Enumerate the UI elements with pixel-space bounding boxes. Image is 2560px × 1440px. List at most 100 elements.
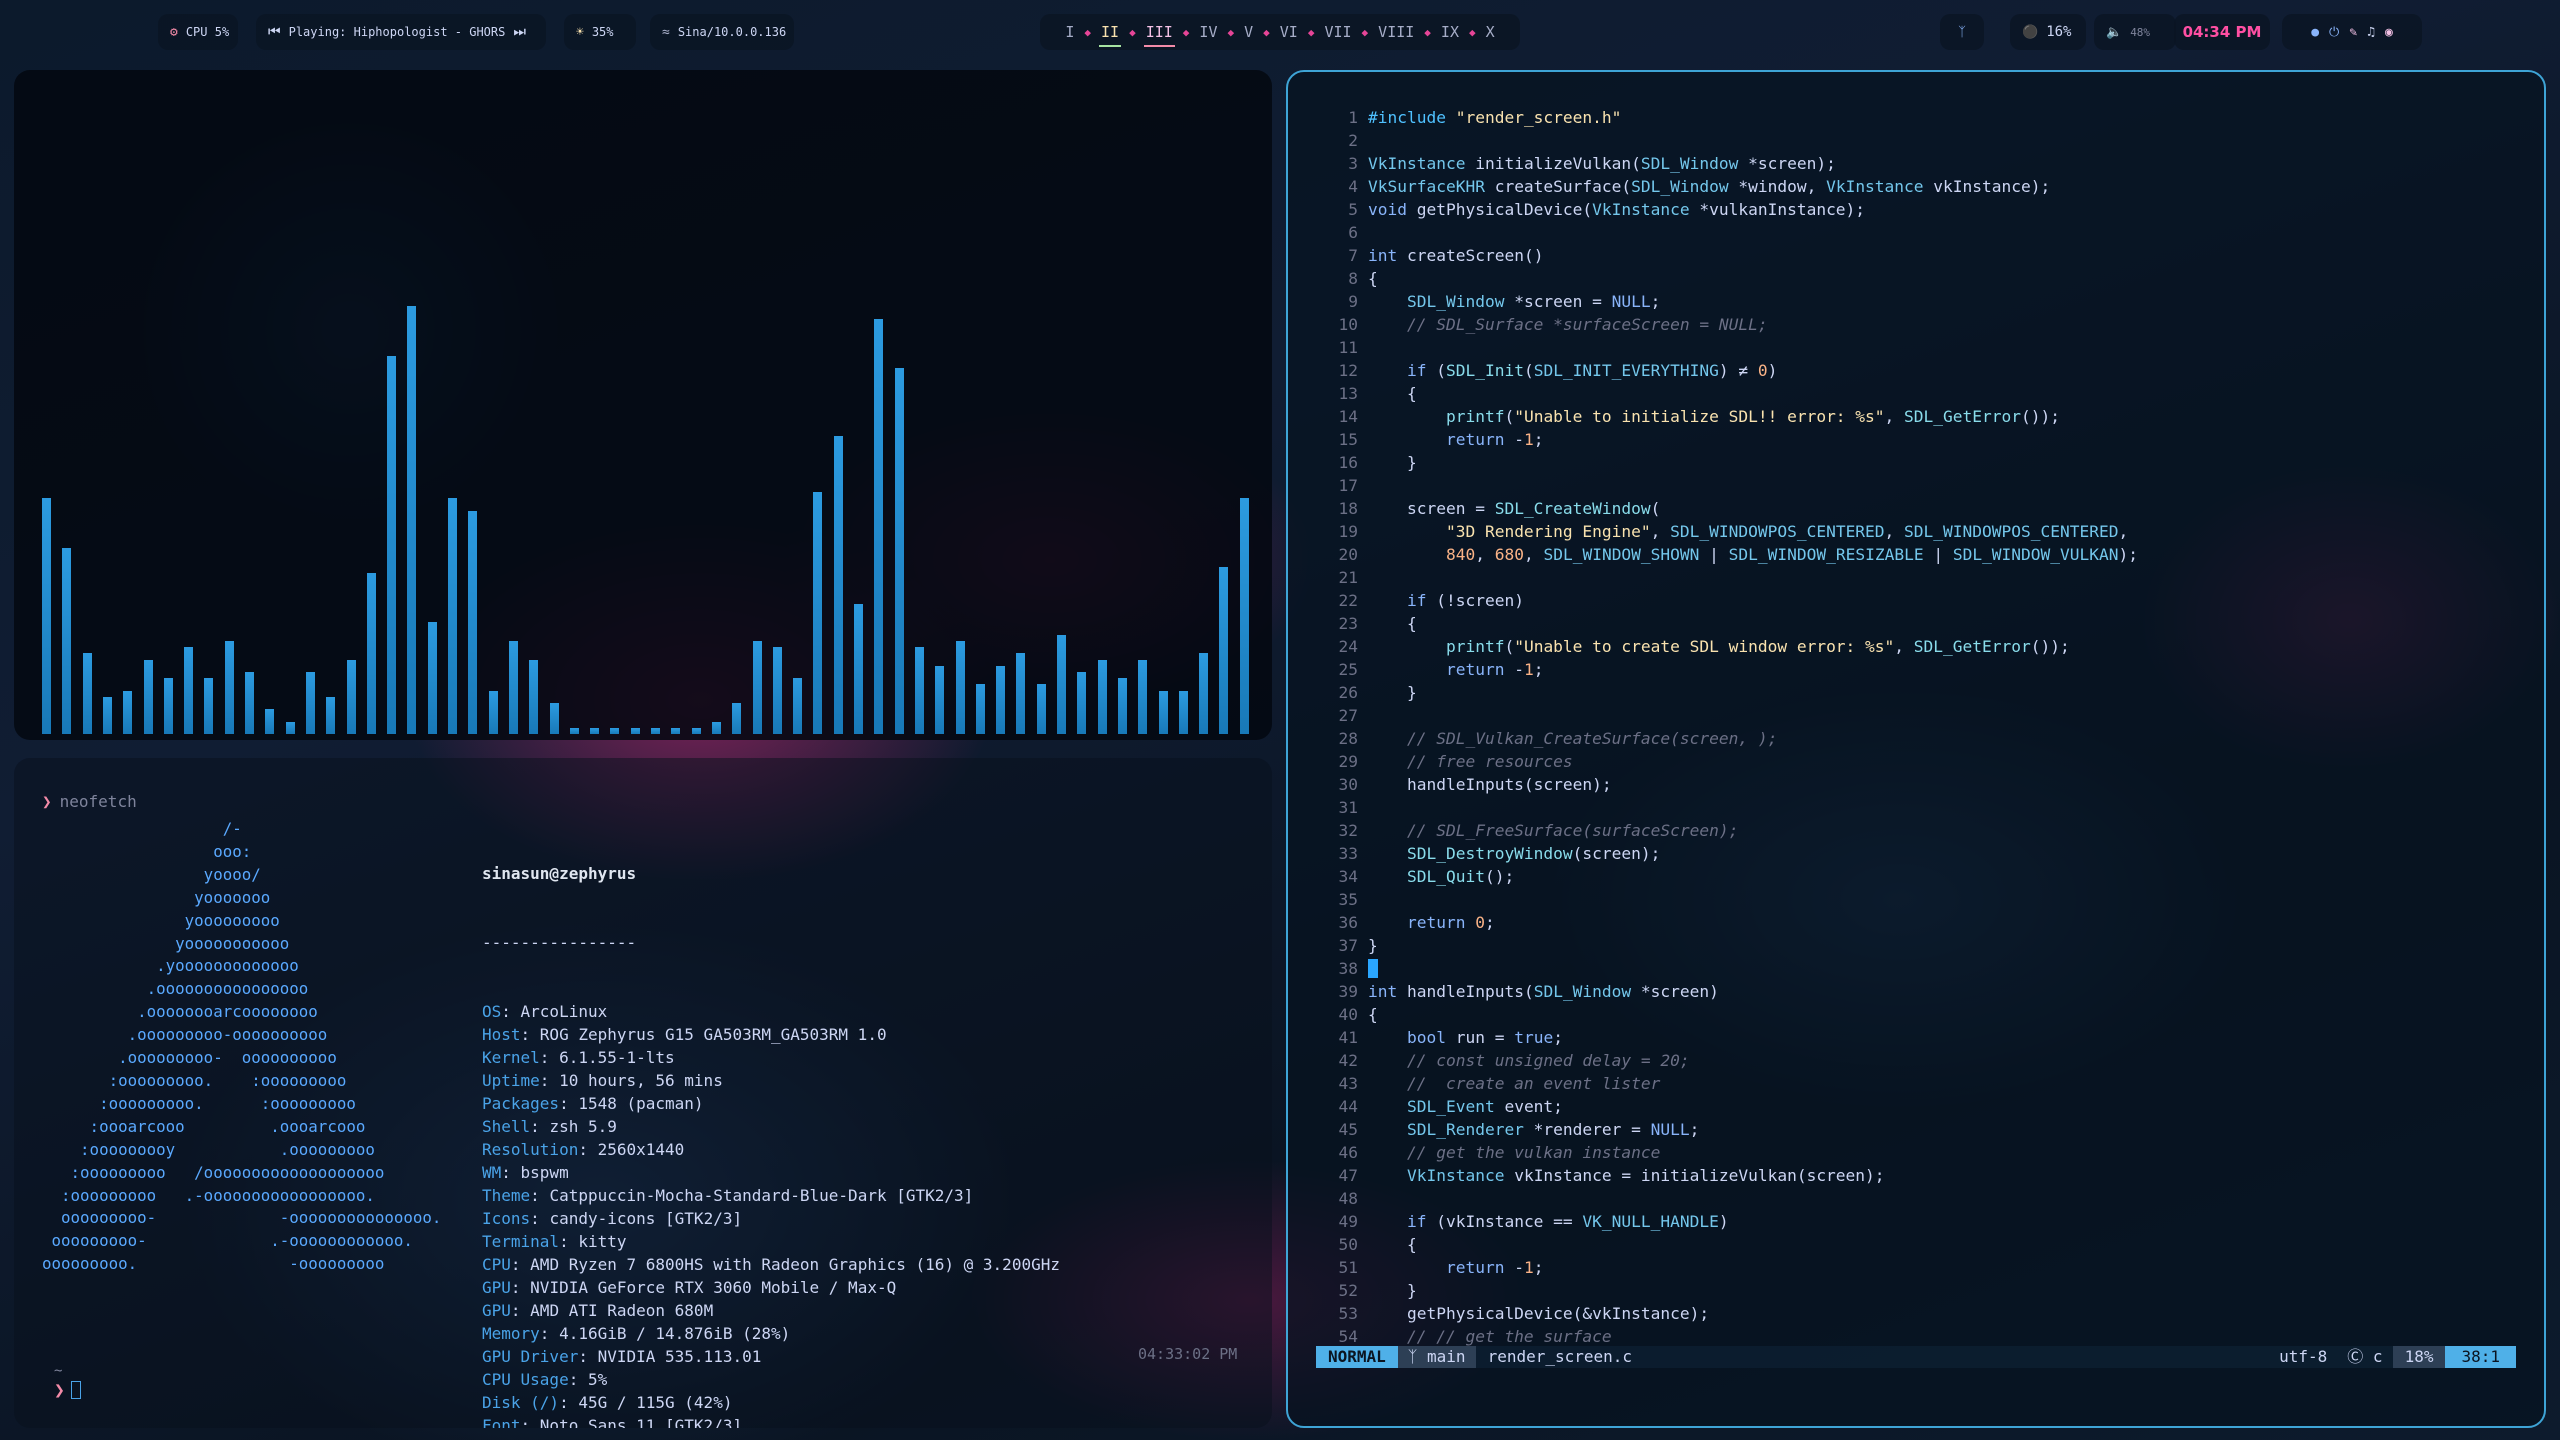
code-line[interactable]: 21: [1288, 566, 2544, 589]
code-line[interactable]: 34 SDL_Quit();: [1288, 865, 2544, 888]
code-line[interactable]: 41 bool run = true;: [1288, 1026, 2544, 1049]
tray-pen-icon[interactable]: ✎: [2349, 25, 2357, 40]
code-line[interactable]: 36 return 0;: [1288, 911, 2544, 934]
code-line[interactable]: 24 printf("Unable to create SDL window e…: [1288, 635, 2544, 658]
code-line[interactable]: 51 return -1;: [1288, 1256, 2544, 1279]
cpu-widget[interactable]: ⚙ CPU 5%: [158, 14, 238, 50]
code-line[interactable]: 16 }: [1288, 451, 2544, 474]
code-line[interactable]: 33 SDL_DestroyWindow(screen);: [1288, 842, 2544, 865]
code-line[interactable]: 18 screen = SDL_CreateWindow(: [1288, 497, 2544, 520]
network-widget[interactable]: ≈ Sina/10.0.0.136: [650, 14, 794, 50]
code-line[interactable]: 37}: [1288, 934, 2544, 957]
code-line[interactable]: 27: [1288, 704, 2544, 727]
info-value: 6.1.55-1-lts: [559, 1048, 675, 1067]
code-line[interactable]: 53 getPhysicalDevice(&vkInstance);: [1288, 1302, 2544, 1325]
tray-discord-icon[interactable]: ◉: [2385, 25, 2393, 40]
code-line[interactable]: 39 int handleInputs(SDL_Window *screen): [1288, 980, 2544, 1003]
terminal-window[interactable]: ❯ neofetch /- ooo: yoooo/ yooooooo yooooo…: [14, 758, 1272, 1428]
info-row: Font: Noto Sans 11 [GTK2/3]: [482, 1414, 1060, 1428]
code-line[interactable]: 1 #include "render_screen.h": [1288, 106, 2544, 129]
line-text: }: [1368, 1281, 1417, 1300]
code-line[interactable]: 50 {: [1288, 1233, 2544, 1256]
mic-widget[interactable]: ⚫ 16%: [2010, 14, 2086, 50]
code-line[interactable]: 47 VkInstance vkInstance = initializeVul…: [1288, 1164, 2544, 1187]
code-line[interactable]: 13 {: [1288, 382, 2544, 405]
code-line[interactable]: 43 // create an event lister: [1288, 1072, 2544, 1095]
line-text: #include "render_screen.h": [1368, 108, 1622, 127]
line-text: SDL_Event event;: [1406, 1097, 1563, 1116]
audio-visualizer-window[interactable]: [14, 70, 1272, 740]
code-line[interactable]: 6: [1288, 221, 2544, 244]
code-line[interactable]: 31: [1288, 796, 2544, 819]
code-line[interactable]: 9 SDL_Window *screen = NULL;: [1288, 290, 2544, 313]
workspace-5[interactable]: V: [1238, 23, 1259, 41]
visualizer-bar: [711, 721, 721, 734]
code-line[interactable]: 14 printf("Unable to initialize SDL!! er…: [1288, 405, 2544, 428]
code-line[interactable]: 8{: [1288, 267, 2544, 290]
workspace-1[interactable]: I: [1059, 23, 1080, 41]
code-line[interactable]: 11: [1288, 336, 2544, 359]
code-line[interactable]: 15 return -1;: [1288, 428, 2544, 451]
code-editor-window[interactable]: 1 #include "render_screen.h" 2 3 VkInstance …: [1286, 70, 2546, 1428]
workspace-separator-icon: ◆: [1129, 25, 1136, 39]
workspace-3[interactable]: III: [1140, 23, 1179, 47]
clock-widget[interactable]: 04:34 PM: [2174, 14, 2270, 50]
terminal-input-line[interactable]: ❯: [54, 1380, 81, 1401]
code-line[interactable]: 48: [1288, 1187, 2544, 1210]
info-row: Icons: candy-icons [GTK2/3]: [482, 1209, 743, 1228]
code-line[interactable]: 28 // SDL_Vulkan_CreateSurface(screen, )…: [1288, 727, 2544, 750]
line-number: 34: [1338, 867, 1359, 886]
code-line[interactable]: 4 VkSurfaceKHR createSurface(SDL_Window *…: [1288, 175, 2544, 198]
workspace-4[interactable]: IV: [1193, 23, 1223, 41]
info-value: zsh 5.9: [549, 1117, 617, 1136]
visualizer-bar: [163, 678, 173, 734]
code-line[interactable]: 7 int createScreen(): [1288, 244, 2544, 267]
info-row: Kernel: 6.1.55-1-lts: [482, 1048, 675, 1067]
visualizer-bar: [1199, 653, 1209, 734]
tray-music-icon[interactable]: ♫: [2367, 25, 2375, 40]
workspace-10[interactable]: X: [1480, 23, 1501, 41]
workspace-6[interactable]: VI: [1274, 23, 1304, 41]
code-line[interactable]: 54 // // get the surface: [1288, 1325, 2544, 1348]
workspace-2[interactable]: II: [1095, 23, 1125, 47]
workspace-7[interactable]: VII: [1318, 23, 1357, 41]
code-line[interactable]: 12 if (SDL_Init(SDL_INIT_EVERYTHING) ≠ 0…: [1288, 359, 2544, 382]
code-line[interactable]: 10 // SDL_Surface *surfaceScreen = NULL;: [1288, 313, 2544, 336]
code-line[interactable]: 30 handleInputs(screen);: [1288, 773, 2544, 796]
code-line[interactable]: 20 840, 680, SDL_WINDOW_SHOWN | SDL_WIND…: [1288, 543, 2544, 566]
line-number: 23: [1338, 614, 1359, 633]
code-line[interactable]: 38: [1288, 957, 2544, 980]
code-line[interactable]: 3 VkInstance initializeVulkan(SDL_Window …: [1288, 152, 2544, 175]
bluetooth-widget[interactable]: ᛉ: [1940, 14, 1984, 50]
code-line[interactable]: 44 SDL_Event event;: [1288, 1095, 2544, 1118]
workspace-9[interactable]: IX: [1435, 23, 1465, 41]
next-track-icon[interactable]: ⏭: [513, 24, 526, 40]
code-line[interactable]: 29 // free resources: [1288, 750, 2544, 773]
code-line[interactable]: 32 // SDL_FreeSurface(surfaceScreen);: [1288, 819, 2544, 842]
volume-widget[interactable]: 🔈 48%: [2094, 14, 2176, 50]
code-line[interactable]: 26 }: [1288, 681, 2544, 704]
code-line[interactable]: 52 }: [1288, 1279, 2544, 1302]
info-key: Theme: [482, 1186, 531, 1205]
code-line[interactable]: 46 // get the vulkan instance: [1288, 1141, 2544, 1164]
code-buffer[interactable]: 1 #include "render_screen.h" 2 3 VkInstance …: [1288, 106, 2544, 1348]
previous-track-icon[interactable]: ⏮: [268, 24, 281, 40]
code-line[interactable]: 2: [1288, 129, 2544, 152]
code-line[interactable]: 45 SDL_Renderer *renderer = NULL;: [1288, 1118, 2544, 1141]
code-line[interactable]: 23 {: [1288, 612, 2544, 635]
tray-power-icon[interactable]: ⏻: [2329, 25, 2339, 40]
tray-app-icon[interactable]: ●: [2311, 25, 2319, 40]
code-line[interactable]: 49 if (vkInstance == VK_NULL_HANDLE): [1288, 1210, 2544, 1233]
code-line[interactable]: 35: [1288, 888, 2544, 911]
terminal-cursor: [70, 1381, 81, 1399]
code-line[interactable]: 40 {: [1288, 1003, 2544, 1026]
visualizer-bar: [387, 355, 397, 734]
code-line[interactable]: 22 if (!screen): [1288, 589, 2544, 612]
brightness-widget[interactable]: ☀ 35%: [564, 14, 636, 50]
code-line[interactable]: 25 return -1;: [1288, 658, 2544, 681]
code-line[interactable]: 19 "3D Rendering Engine", SDL_WINDOWPOS_…: [1288, 520, 2544, 543]
code-line[interactable]: 42 // const unsigned delay = 20;: [1288, 1049, 2544, 1072]
workspace-8[interactable]: VIII: [1372, 23, 1420, 41]
code-line[interactable]: 5 void getPhysicalDevice(VkInstance *vulk…: [1288, 198, 2544, 221]
code-line[interactable]: 17: [1288, 474, 2544, 497]
